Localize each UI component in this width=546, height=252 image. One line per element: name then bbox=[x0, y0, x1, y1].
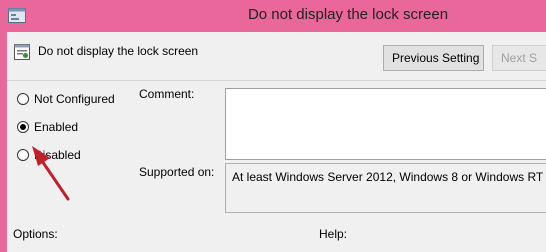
annotation-arrow-icon bbox=[32, 146, 70, 201]
